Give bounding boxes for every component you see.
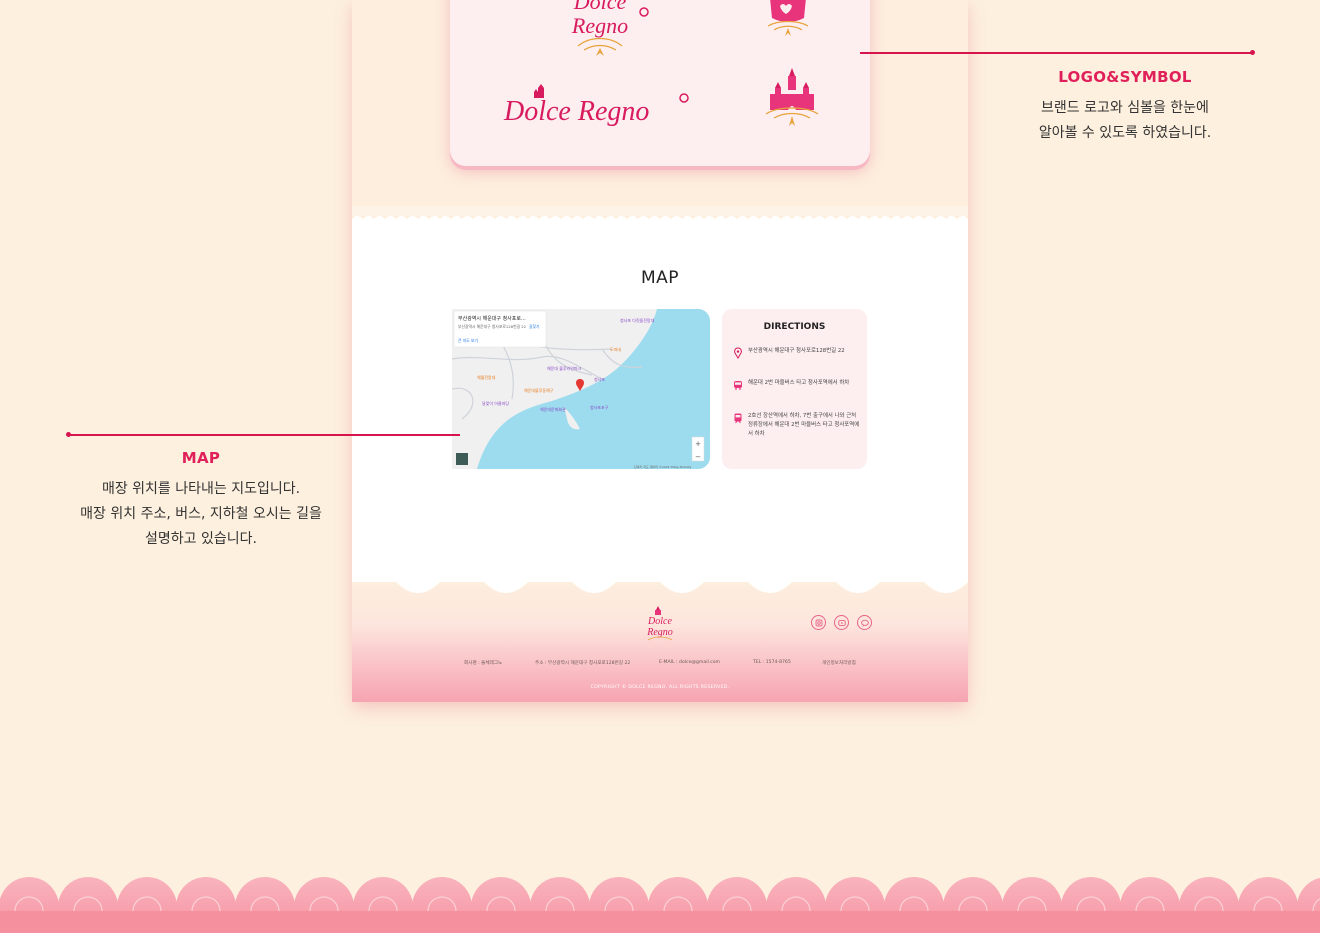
map-annotation-desc: 매장 위치를 나타내는 지도입니다. 매장 위치 주소, 버스, 지하철 오시는… <box>51 477 351 552</box>
map-info-address: 부산광역시 해운대구 청사포로128번길 22 <box>458 324 527 329</box>
logo-annotation-line <box>860 52 1252 54</box>
map-annotation-line-2: 매장 위치 주소, 버스, 지하철 오시는 길을 <box>80 506 322 522</box>
talk-icon[interactable] <box>857 615 872 630</box>
map-zoom-out-button[interactable]: − <box>695 453 701 461</box>
map-info-title: 부산광역시 해운대구 청사포로... <box>458 315 526 322</box>
map-label: 해운대블루동해구 <box>524 387 554 393</box>
castle-symbol-icon <box>765 68 819 126</box>
logo-inline-text: Dolce Regno <box>503 96 649 127</box>
logo-annotation-line-1: 브랜드 로고와 심볼을 한눈에 <box>1041 100 1209 116</box>
embedded-map[interactable]: 부산광역시 해운대구 청사포로... 부산광역시 해운대구 청사포로128번길 … <box>452 309 710 469</box>
logo-word-regno: Regno <box>571 13 628 38</box>
subway-icon <box>734 413 742 424</box>
footer-privacy-link[interactable]: 개인정보처리방침 <box>822 660 856 666</box>
map-label: 해운대 블루라인파크 <box>547 365 582 371</box>
map-layer-toggle-icon[interactable] <box>456 453 468 465</box>
footer-logo-regno: Regno <box>646 627 673 638</box>
footer-wave-divider <box>352 570 968 593</box>
map-directions-link[interactable]: 길찾기 <box>529 324 539 329</box>
map-label: 청사포 다릿돌전망대 <box>620 317 655 323</box>
map-label: 해운대문화회관 <box>540 406 566 412</box>
site-footer: Dolce Regno 회사명 : 돌체레그노 주소 : 부산광역시 해운대구 … <box>352 570 968 702</box>
logo-annotation-line-2: 알아볼 수 있도록 하였습니다. <box>1038 125 1212 141</box>
directions-title: DIRECTIONS <box>763 322 826 332</box>
footer-logo-dolce: Dolce <box>647 616 672 627</box>
logo-card: Dolce Regno Dolce Regno <box>450 0 870 166</box>
location-pin-icon <box>734 347 742 359</box>
instagram-icon[interactable] <box>811 615 826 630</box>
map-annotation-line-3: 설명하고 있습니다. <box>145 531 257 547</box>
direction-text-subway: 2호선 장산역에서 하차, 7번 출구에서 나와 근처 정류장에서 해운대 2번… <box>748 413 860 437</box>
footer-company: 회사명 : 돌체레그노 <box>464 661 503 666</box>
footer-tel: TEL : 1574-8765 <box>753 660 791 665</box>
bus-icon <box>734 381 742 390</box>
map-label: 청사포포구 <box>590 404 609 410</box>
map-label: 달맞이 어울마당 <box>482 400 509 406</box>
map-attribution: 단축키 지도 데이터 ©2024 TMap Mobility <box>634 464 692 469</box>
map-label: 청사포 <box>594 376 605 382</box>
logo-inline-wordmark: Dolce Regno <box>503 84 689 127</box>
map-zoom-in-button[interactable]: + <box>695 440 701 448</box>
directions-panel: DIRECTIONS 부산광역시 해운대구 청사포로128번길 22 해운대 2… <box>722 309 867 469</box>
footer-address: 주소 : 부산광역시 해운대구 청사포로128번길 22 <box>535 661 631 666</box>
direction-text-address: 부산광역시 해운대구 청사포로128번길 22 <box>748 348 845 354</box>
logo-annotation-title: LOGO&SYMBOL <box>1058 68 1192 86</box>
map-annotation-line-1: 매장 위치를 나타내는 지도입니다. <box>101 481 301 497</box>
logo-stacked-wordmark: Dolce Regno <box>571 0 649 56</box>
youtube-icon[interactable] <box>834 615 849 630</box>
page-mockup: Dolce Regno Dolce Regno MAP 부산광역시 해운대구 청… <box>352 0 968 702</box>
map-section-title: MAP <box>640 268 680 288</box>
bottom-lace-border <box>0 877 1320 933</box>
map-canvas[interactable]: 부산광역시 해운대구 청사포로... 부산광역시 해운대구 청사포로128번길 … <box>452 309 710 469</box>
direction-text-bus: 해운대 2번 마을버스 타고 청사포역에서 하차 <box>748 380 850 386</box>
logo-section: Dolce Regno Dolce Regno <box>352 0 968 212</box>
map-annotation-title: MAP <box>181 449 221 467</box>
map-label: 도파네 <box>610 346 621 352</box>
map-label: 해월전망대 <box>477 374 496 380</box>
map-annotation-line <box>68 434 460 436</box>
footer-logo[interactable]: Dolce Regno <box>636 604 684 646</box>
crown-heart-symbol-icon <box>767 0 809 36</box>
logo-annotation-desc: 브랜드 로고와 심볼을 한눈에 알아볼 수 있도록 하였습니다. <box>1000 96 1250 146</box>
logo-word-dolce: Dolce <box>573 0 627 14</box>
footer-email: E-MAIL : dolce@gmail.com <box>659 660 721 665</box>
map-view-larger-link[interactable]: 큰 지도 보기 <box>458 338 478 343</box>
logo-annotation-dot <box>1250 50 1255 55</box>
map-annotation-dot <box>66 432 71 437</box>
footer-copyright: COPYRIGHT © DOLCE REGNO. ALL RIGHTS RESE… <box>590 685 730 690</box>
